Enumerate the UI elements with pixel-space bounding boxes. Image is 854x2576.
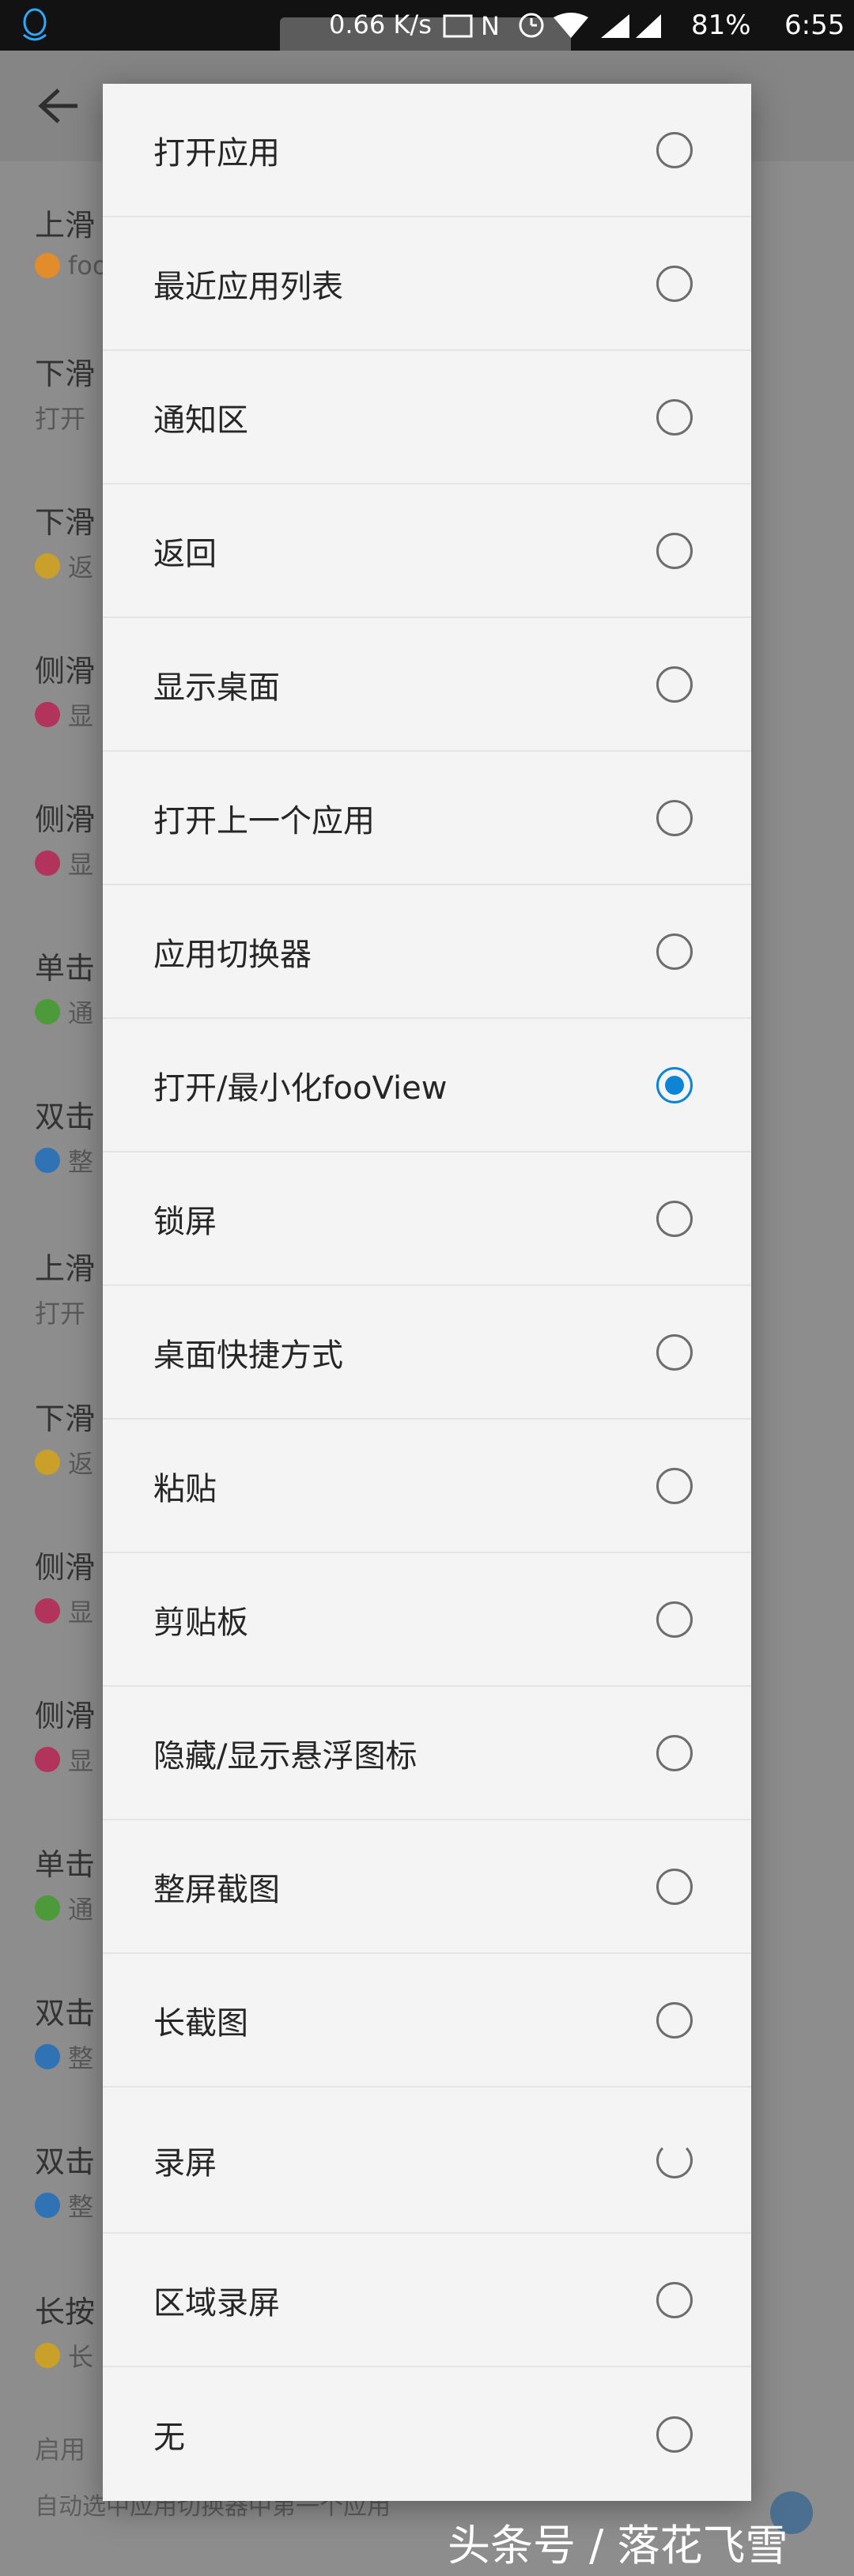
- action-picker-dialog: 打开应用最近应用列表 通知区返回显示桌面打开上一个应用 应用切换器打开/最小化foo…: [103, 84, 751, 2501]
- status-icons: N: [443, 11, 661, 40]
- radio-button[interactable]: [656, 131, 693, 168]
- option-label: 整屏截图: [153, 1871, 280, 1908]
- action-icon: [35, 1450, 60, 1475]
- gesture-action-label: 整: [68, 2192, 94, 2222]
- option-label: 录屏: [153, 2144, 217, 2182]
- option-item[interactable]: 整屏截图: [103, 1820, 751, 1954]
- radio-button[interactable]: [656, 1601, 693, 1638]
- action-icon: [35, 1148, 60, 1173]
- option-label: 最近应用列表: [153, 268, 343, 305]
- qq-icon: [23, 8, 47, 41]
- radio-button[interactable]: [656, 1734, 693, 1771]
- option-label: 区域录屏: [153, 2284, 280, 2321]
- gesture-action-label: 显: [68, 850, 94, 880]
- option-item[interactable]: 无: [103, 2367, 751, 2501]
- back-arrow-icon[interactable]: [35, 84, 82, 128]
- action-icon: [35, 2193, 60, 2218]
- action-icon: [35, 850, 60, 876]
- action-icon: [35, 2044, 60, 2069]
- network-speed: 0.66 K/s: [329, 9, 432, 40]
- option-item[interactable]: 返回: [103, 485, 751, 618]
- gesture-action-label: 通: [68, 998, 94, 1028]
- clock: 6:55: [784, 9, 845, 41]
- nfc-icon: N: [481, 11, 500, 40]
- radio-button[interactable]: [656, 1467, 693, 1504]
- gesture-action-label: 整: [68, 2043, 94, 2073]
- option-label: 打开上一个应用: [153, 802, 375, 839]
- signal-icon: [601, 14, 629, 38]
- gesture-action-label: 整: [68, 1147, 94, 1177]
- action-icon: [35, 1747, 60, 1772]
- radio-button[interactable]: [656, 1200, 693, 1237]
- gesture-action-label: 返: [68, 553, 94, 583]
- radio-button[interactable]: [656, 2001, 693, 2039]
- radio-button[interactable]: [656, 265, 693, 302]
- radio-button[interactable]: [656, 799, 693, 836]
- option-label: 无: [153, 2419, 185, 2456]
- option-label: 打开应用: [153, 134, 280, 172]
- action-icon: [35, 253, 60, 278]
- option-label: 隐藏/显示悬浮图标: [153, 1737, 418, 1775]
- battery-level: 81%: [691, 9, 751, 41]
- gesture-action-label: 打开: [35, 1299, 86, 1329]
- action-icon: [35, 1895, 60, 1921]
- gesture-action-label: 长: [68, 2342, 94, 2372]
- gesture-action-label: foo: [68, 251, 108, 281]
- loading-radio-icon[interactable]: [656, 2141, 693, 2178]
- action-icon: [35, 553, 60, 579]
- status-bar: 0.66 K/s N 81% 6:55: [0, 0, 854, 51]
- option-label: 桌面快捷方式: [153, 1337, 343, 1374]
- option-item[interactable]: 桌面快捷方式: [103, 1286, 751, 1420]
- radio-button[interactable]: [656, 933, 693, 970]
- wifi-icon: [554, 13, 588, 38]
- radio-button[interactable]: [656, 666, 693, 703]
- option-item[interactable]: 长截图: [103, 1954, 751, 2088]
- option-item[interactable]: 打开/最小化fooView: [103, 1019, 751, 1152]
- option-item[interactable]: 剪贴板: [103, 1553, 751, 1687]
- option-item[interactable]: 打开应用: [103, 84, 751, 217]
- option-label: 通知区: [153, 402, 248, 439]
- signal-icon-2: [636, 14, 661, 38]
- option-item[interactable]: 通知区: [103, 351, 751, 485]
- radio-button[interactable]: [656, 1333, 693, 1371]
- action-icon: [35, 702, 60, 727]
- option-item[interactable]: 区域录屏: [103, 2234, 751, 2367]
- option-item[interactable]: 应用切换器: [103, 885, 751, 1019]
- gesture-action-label: 显: [68, 1746, 94, 1776]
- option-label: 粘贴: [153, 1470, 217, 1507]
- cast-icon: [443, 14, 473, 38]
- option-item[interactable]: 显示桌面: [103, 618, 751, 752]
- radio-button[interactable]: [656, 2281, 693, 2318]
- gesture-action-label: 显: [68, 1597, 94, 1627]
- option-label: 长截图: [153, 2005, 248, 2042]
- gesture-action-label: 打开: [35, 404, 86, 434]
- option-item[interactable]: 最近应用列表: [103, 217, 751, 351]
- option-item[interactable]: 隐藏/显示悬浮图标: [103, 1687, 751, 1820]
- gesture-action-label: 返: [68, 1449, 94, 1479]
- option-label: 应用切换器: [153, 936, 312, 973]
- radio-button[interactable]: [656, 2416, 693, 2453]
- footer-title: 启用: [35, 2435, 86, 2465]
- gesture-action-label: 通: [68, 1895, 94, 1925]
- radio-button[interactable]: [656, 532, 693, 569]
- option-label: 锁屏: [153, 1203, 217, 1240]
- option-item[interactable]: 录屏: [103, 2088, 751, 2234]
- gesture-action-label: 显: [68, 701, 94, 731]
- option-label: 剪贴板: [153, 1604, 248, 1641]
- radio-button[interactable]: [656, 1066, 693, 1103]
- radio-button[interactable]: [656, 398, 693, 436]
- option-item[interactable]: 锁屏: [103, 1152, 751, 1286]
- option-label: 打开/最小化fooView: [153, 1069, 448, 1107]
- option-label: 返回: [153, 535, 217, 572]
- action-icon: [35, 1598, 60, 1624]
- action-icon: [35, 2343, 60, 2368]
- option-label: 显示桌面: [153, 669, 280, 706]
- watermark: 头条号 / 落花飞雪: [448, 2521, 788, 2570]
- radio-button[interactable]: [656, 1868, 693, 1905]
- option-item[interactable]: 粘贴: [103, 1420, 751, 1553]
- option-item[interactable]: 打开上一个应用: [103, 752, 751, 885]
- action-icon: [35, 999, 60, 1024]
